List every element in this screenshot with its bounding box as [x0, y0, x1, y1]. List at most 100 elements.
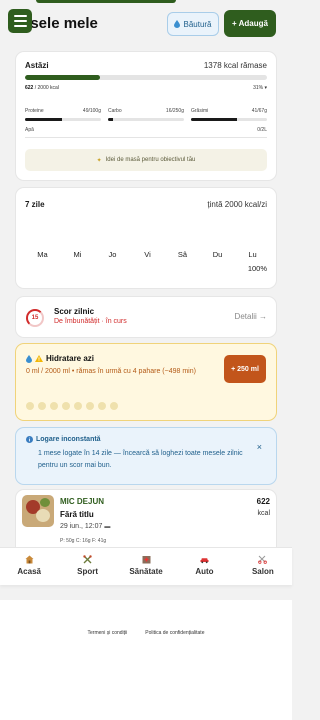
macro-bar [191, 118, 267, 121]
page-title: esele mele [22, 15, 98, 32]
kcal-percent: 31% [253, 85, 264, 91]
info-icon [26, 436, 33, 443]
meal-time: 29 iun., 12:07 ▬ [60, 523, 110, 530]
macro-value: 16/250g [165, 108, 184, 114]
score-status: De îmbunătățit · în curs [54, 318, 127, 325]
alert-title-row: Logare inconstantă [26, 436, 101, 443]
water-drop-icon [26, 354, 32, 363]
nav-item-health[interactable]: Sănătate [117, 548, 175, 585]
top-accent-strip [36, 0, 176, 3]
alert-message: 1 mese logate în 14 zile — încearcă să l… [38, 450, 243, 469]
water-glass-icon[interactable] [74, 402, 82, 410]
camera-icon: ▬ [104, 524, 111, 530]
macro-label: Grăsimi [191, 108, 209, 114]
weekday-label: Vi [144, 250, 151, 259]
meal-kcal: 622 [256, 497, 270, 506]
water-glass-icon[interactable] [110, 402, 118, 410]
macro-label: Proteine [25, 108, 44, 114]
weekday-label: Ma [37, 250, 48, 259]
nav-item-salon[interactable]: Salon [234, 548, 292, 585]
kcal-consumed: 622 [25, 85, 34, 91]
hydration-card: Hidratare azi 0 ml / 2000 ml • rămas în … [16, 344, 276, 420]
kcal-consumed-line: 622 / 2000 kcal [25, 85, 59, 91]
nav-item-auto[interactable]: Auto [175, 548, 233, 585]
score-ring: 15 [26, 309, 44, 327]
weekday-label: Jo [108, 250, 117, 259]
logging-alert: Logare inconstantă 1 mese logate în 14 z… [16, 428, 276, 484]
weekday-label: Sâ [177, 250, 188, 259]
drink-button[interactable]: Băutură [167, 12, 219, 36]
macro-bar-fill [108, 118, 113, 121]
day-percent: 100% [247, 264, 267, 273]
meal-entry[interactable]: MIC DEJUN Fără titlu 29 iun., 12:07 ▬ P:… [16, 490, 276, 554]
nav-item-home[interactable]: Acasă [0, 548, 58, 585]
macro-bar [108, 118, 184, 121]
week-title: 7 zile [25, 200, 45, 209]
water-glass-icon[interactable] [98, 402, 106, 410]
alert-title: Logare inconstantă [36, 436, 101, 443]
macro-label: Carbo [108, 108, 122, 114]
macro-value: 49/100g [82, 108, 101, 114]
water-glass-icon[interactable] [50, 402, 58, 410]
weekday-label: Mi [73, 250, 82, 259]
add-meal-button[interactable]: + Adaugă [224, 10, 276, 37]
hydration-status: 0 ml / 2000 ml • rămas în urmă cu 4 paha… [26, 368, 196, 375]
water-glass-icon[interactable] [62, 402, 70, 410]
lightbulb-icon: ✦ [96, 157, 102, 164]
add-water-button[interactable]: + 250 ml [224, 355, 266, 383]
kcal-percent-dropdown[interactable]: 31% ▾ [253, 85, 267, 91]
hospital-icon [142, 556, 151, 564]
today-summary-card: Astăzi 1378 kcal rămase 622 / 2000 kcal … [16, 52, 276, 180]
home-icon [25, 555, 34, 564]
hydration-title-row: Hidratare azi [26, 354, 94, 363]
nav-label: Sănătate [129, 567, 163, 576]
score-details-link[interactable]: Detalii → [235, 312, 267, 321]
drink-button-label: Băutură [183, 19, 212, 29]
dumbbell-icon [83, 555, 92, 564]
meal-ideas-label: Idei de masă pentru obiectivul tău [105, 157, 196, 163]
water-label: Apă [25, 127, 34, 133]
hydration-title: Hidratare azi [46, 354, 95, 363]
menu-button[interactable] [8, 9, 32, 33]
top-bar: esele mele Băutură + Adaugă [0, 0, 292, 44]
footer-links: Termeni și condiții Politica de confiden… [0, 630, 292, 636]
meal-name: Fără titlu [60, 510, 94, 519]
menu-icon [13, 15, 27, 17]
nav-label: Sport [77, 567, 99, 576]
chevron-down-icon: ▾ [264, 85, 267, 91]
macro-bar-fill [25, 118, 63, 121]
kcal-progress-bar [25, 75, 267, 80]
kcal-progress-fill [25, 75, 101, 80]
water-glass-icon[interactable] [86, 402, 94, 410]
water-glasses-row [26, 402, 118, 410]
meal-ideas-button[interactable]: ✦ Idei de masă pentru obiectivul tău [25, 149, 267, 171]
nav-label: Acasă [17, 567, 41, 576]
close-icon[interactable]: × [257, 442, 262, 452]
kcal-goal: / 2000 kcal [34, 85, 59, 91]
privacy-link[interactable]: Politica de confidențialitate [145, 630, 204, 636]
car-icon [200, 558, 209, 564]
score-title: Scor zilnic [54, 307, 95, 316]
water-glass-icon[interactable] [38, 402, 46, 410]
kcal-remaining: 1378 kcal rămase [203, 61, 267, 70]
water-drop-icon [174, 20, 181, 28]
meal-macros: P: 50g C: 16g F: 41g [60, 538, 107, 544]
week-target: țintă 2000 kcal/zi [207, 200, 267, 209]
nav-item-sport[interactable]: Sport [58, 548, 116, 585]
meal-kcal-unit: kcal [257, 510, 270, 517]
daily-score-card[interactable]: 15 Scor zilnic De îmbunătățit · în curs … [16, 297, 276, 337]
weekday-label: Du [212, 250, 223, 259]
footer-background [0, 600, 292, 720]
weekly-chart-card: 7 zile țintă 2000 kcal/zi Ma Mi Jo Vi Sâ Du Lu… [16, 188, 276, 288]
water-progress-bar [25, 137, 267, 138]
water-glass-icon[interactable] [26, 402, 34, 410]
warning-icon [35, 355, 43, 362]
nav-label: Salon [251, 567, 274, 576]
meal-type: MIC DEJUN [60, 497, 105, 506]
terms-link[interactable]: Termeni și condiții [88, 630, 128, 636]
weekday-label: Lu [248, 250, 257, 259]
today-title: Astăzi [25, 61, 49, 70]
scissors-icon [258, 555, 268, 564]
meal-timestamp: 29 iun., 12:07 [60, 523, 103, 530]
macro-bar-fill [191, 118, 238, 121]
